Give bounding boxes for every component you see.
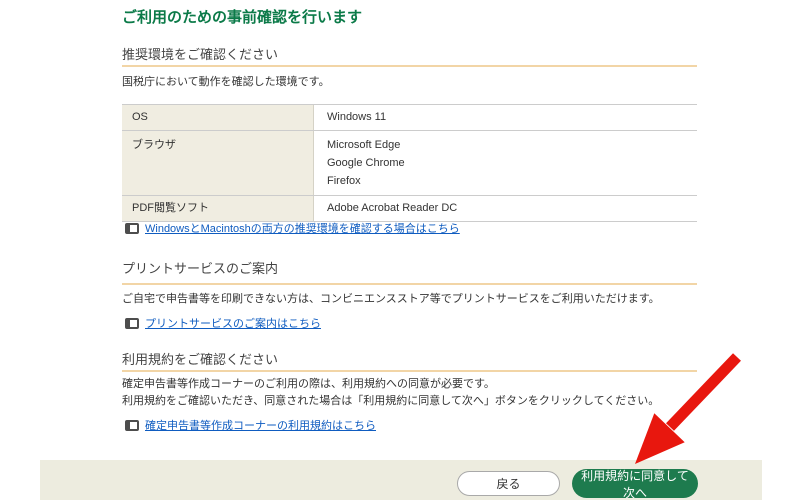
browser-item: Firefox <box>327 175 361 187</box>
print-service-description: ご自宅で申告書等を印刷できない方は、コンビニエンスストア等でプリントサービスをご… <box>122 293 660 305</box>
table-value-browsers: Microsoft Edge Google Chrome Firefox <box>314 131 697 195</box>
new-window-icon <box>125 419 139 431</box>
red-arrow-icon <box>635 353 741 464</box>
print-service-link[interactable]: プリントサービスのご案内はこちら <box>145 315 321 331</box>
table-label-browser: ブラウザ <box>122 131 314 195</box>
print-service-link-row: プリントサービスのご案内はこちら <box>125 315 321 331</box>
table-value-pdf: Adobe Acrobat Reader DC <box>327 202 458 214</box>
table-row-browser: ブラウザ Microsoft Edge Google Chrome Firefo… <box>122 131 697 196</box>
agree-next-button[interactable]: 利用規約に同意して次へ <box>572 469 698 500</box>
environment-table: OS Windows 11 ブラウザ Microsoft Edge Google… <box>122 104 697 222</box>
page-title: ご利用のための事前確認を行います <box>122 9 363 26</box>
new-window-icon <box>125 222 139 234</box>
back-button[interactable]: 戻る <box>457 471 560 496</box>
table-row-pdf: PDF閲覧ソフト Adobe Acrobat Reader DC <box>122 196 697 222</box>
section-heading-print-service: プリントサービスのご案内 <box>122 258 697 285</box>
terms-description: 確定申告書等作成コーナーのご利用の際は、利用規約への同意が必要です。 利用規約を… <box>122 376 659 410</box>
section-heading-recommended-env: 推奨環境をご確認ください <box>122 44 697 67</box>
section-heading-terms: 利用規約をご確認ください <box>122 349 697 372</box>
table-row-os: OS Windows 11 <box>122 105 697 131</box>
table-value-os: Windows 11 <box>327 111 387 123</box>
browser-item: Microsoft Edge <box>327 139 401 151</box>
new-window-icon <box>125 317 139 329</box>
env-details-link[interactable]: WindowsとMacintoshの両方の推奨環境を確認する場合はこちら <box>145 220 460 236</box>
terms-link-row: 確定申告書等作成コーナーの利用規約はこちら <box>125 417 376 433</box>
terms-description-line2: 利用規約をご確認いただき、同意された場合は「利用規約に同意して次へ」ボタンをクリ… <box>122 395 660 407</box>
browser-item: Google Chrome <box>327 157 405 169</box>
recommended-env-description: 国税庁において動作を確認した環境です。 <box>122 76 330 88</box>
terms-description-line1: 確定申告書等作成コーナーのご利用の際は、利用規約への同意が必要です。 <box>122 378 495 390</box>
terms-link[interactable]: 確定申告書等作成コーナーの利用規約はこちら <box>145 417 376 433</box>
env-details-link-row: WindowsとMacintoshの両方の推奨環境を確認する場合はこちら <box>125 220 460 236</box>
table-label-pdf: PDF閲覧ソフト <box>122 196 314 221</box>
table-label-os: OS <box>122 105 314 130</box>
footer-action-bar: 戻る 利用規約に同意して次へ <box>40 460 762 500</box>
